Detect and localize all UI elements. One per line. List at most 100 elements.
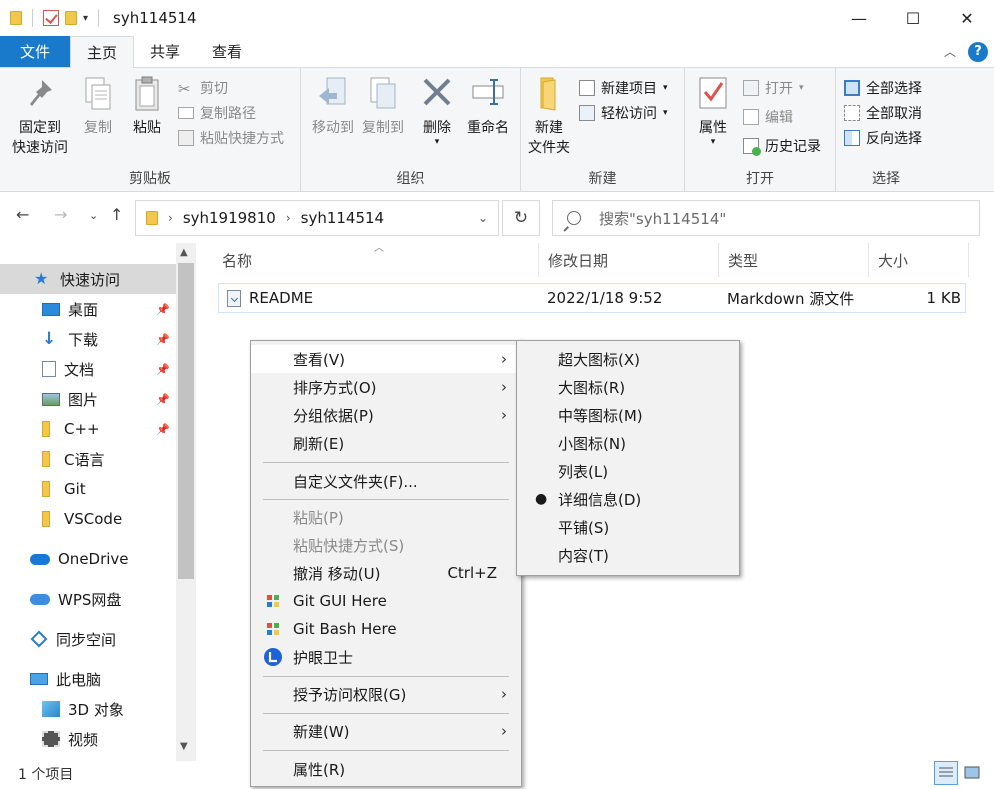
- menu-item-paste-shortcut[interactable]: 粘贴快捷方式(S): [251, 531, 521, 559]
- select-all-button[interactable]: 全部选择: [844, 76, 922, 100]
- sidebar-item-sync-space[interactable]: 同步空间: [0, 624, 176, 654]
- menu-item-sort-by[interactable]: 排序方式(O) ›: [251, 373, 521, 401]
- menu-item-new[interactable]: 新建(W) ›: [251, 717, 521, 745]
- open-button[interactable]: 打开 ▾: [743, 76, 804, 100]
- sidebar-item-cpp[interactable]: C++ 📌: [0, 414, 176, 444]
- copy-path-button[interactable]: 复制路径: [178, 101, 256, 125]
- new-folder-button[interactable]: 新建 文件夹: [525, 74, 573, 158]
- pin-to-quick-access-button[interactable]: 固定到 快速访问: [8, 74, 72, 158]
- chevron-right-icon[interactable]: ›: [286, 211, 291, 225]
- column-divider[interactable]: [868, 243, 869, 277]
- breadcrumb-item[interactable]: syh1919810: [183, 209, 276, 227]
- table-row[interactable]: README 2022/1/18 9:52 Markdown 源文件 1 KB: [218, 283, 966, 313]
- breadcrumb-item[interactable]: syh114514: [301, 209, 384, 227]
- pin-icon[interactable]: 📌: [156, 423, 170, 436]
- recent-locations-chevron-icon[interactable]: ⌄: [89, 209, 98, 222]
- copy-button[interactable]: 复制: [78, 74, 118, 138]
- menu-item-grant-access[interactable]: 授予访问权限(G) ›: [251, 680, 521, 708]
- pin-icon[interactable]: 📌: [156, 303, 170, 316]
- close-button[interactable]: ✕: [940, 0, 994, 36]
- new-folder-quick-icon[interactable]: [65, 11, 77, 25]
- easy-access-button[interactable]: 轻松访问 ▾: [579, 101, 668, 125]
- pin-icon[interactable]: 📌: [156, 363, 170, 376]
- menu-item-git-gui[interactable]: Git GUI Here: [251, 587, 521, 615]
- sidebar-item-documents[interactable]: 文档 📌: [0, 354, 176, 384]
- details-view-button[interactable]: [934, 761, 958, 785]
- refresh-button[interactable]: ↻: [502, 200, 540, 236]
- column-divider[interactable]: [538, 243, 539, 277]
- sidebar-item-videos[interactable]: 视频: [0, 724, 176, 754]
- sidebar-item-c-language[interactable]: C语言: [0, 444, 176, 474]
- properties-quick-icon[interactable]: [43, 10, 59, 26]
- large-icons-view-button[interactable]: [960, 761, 984, 785]
- sidebar-item-vscode[interactable]: VSCode: [0, 504, 176, 534]
- search-input[interactable]: 搜索"syh114514": [552, 200, 980, 236]
- delete-dropdown-icon[interactable]: ▾: [435, 138, 440, 147]
- edit-button[interactable]: 编辑: [743, 105, 793, 129]
- tab-home[interactable]: 主页: [70, 36, 135, 68]
- select-none-button[interactable]: 全部取消: [844, 101, 922, 125]
- column-header-size[interactable]: 大小: [878, 243, 908, 277]
- move-to-button[interactable]: 移动到: [305, 74, 361, 138]
- scroll-up-icon[interactable]: ▲: [180, 247, 188, 258]
- submenu-item-tiles[interactable]: 平铺(S): [517, 513, 739, 541]
- sidebar-item-git[interactable]: Git: [0, 474, 176, 504]
- help-icon[interactable]: ?: [968, 41, 988, 62]
- menu-item-undo-move[interactable]: 撤消 移动(U) Ctrl+Z: [251, 559, 521, 587]
- submenu-item-list[interactable]: 列表(L): [517, 457, 739, 485]
- menu-item-paste[interactable]: 粘贴(P): [251, 503, 521, 531]
- copy-to-button[interactable]: 复制到: [355, 74, 411, 138]
- sidebar-item-3d-objects[interactable]: 3D 对象: [0, 694, 176, 724]
- submenu-item-medium-icons[interactable]: 中等图标(M): [517, 401, 739, 429]
- back-arrow-icon[interactable]: ←: [16, 205, 29, 224]
- tab-file[interactable]: 文件: [0, 36, 70, 67]
- tab-share[interactable]: 共享: [134, 36, 196, 67]
- new-item-button[interactable]: 新建项目 ▾: [579, 76, 668, 100]
- forward-arrow-icon[interactable]: →: [54, 205, 67, 224]
- sidebar-item-this-pc[interactable]: 此电脑: [0, 664, 176, 694]
- sidebar-scrollbar[interactable]: ▲ ▼: [176, 243, 196, 761]
- paste-button[interactable]: 粘贴: [126, 74, 168, 138]
- properties-dropdown-icon[interactable]: ▾: [711, 138, 716, 147]
- tab-view[interactable]: 查看: [196, 36, 258, 67]
- sidebar-item-desktop[interactable]: 桌面 📌: [0, 294, 176, 324]
- submenu-item-extra-large-icons[interactable]: 超大图标(X): [517, 345, 739, 373]
- rename-button[interactable]: 重命名: [463, 74, 513, 138]
- cut-button[interactable]: ✂ 剪切: [178, 76, 228, 100]
- address-dropdown-icon[interactable]: ⌄: [478, 211, 488, 225]
- invert-selection-button[interactable]: 反向选择: [844, 126, 922, 150]
- menu-item-customize-folder[interactable]: 自定义文件夹(F)...: [251, 467, 521, 495]
- properties-button[interactable]: 属性 ▾: [691, 74, 735, 147]
- chevron-right-icon[interactable]: ›: [168, 211, 173, 225]
- column-divider[interactable]: [968, 243, 969, 277]
- menu-item-group-by[interactable]: 分组依据(P) ›: [251, 401, 521, 429]
- submenu-item-small-icons[interactable]: 小图标(N): [517, 429, 739, 457]
- column-divider[interactable]: [718, 243, 719, 277]
- pin-icon[interactable]: 📌: [156, 393, 170, 406]
- minimize-button[interactable]: —: [832, 0, 886, 36]
- collapse-ribbon-icon[interactable]: ︿: [944, 43, 956, 60]
- submenu-item-large-icons[interactable]: 大图标(R): [517, 373, 739, 401]
- submenu-item-details[interactable]: ● 详细信息(D): [517, 485, 739, 513]
- pin-icon[interactable]: 📌: [156, 333, 170, 346]
- up-arrow-icon[interactable]: ↑: [110, 205, 123, 224]
- address-bar[interactable]: › syh1919810 › syh114514 ⌄: [135, 200, 499, 236]
- column-header-name[interactable]: 名称: [222, 243, 252, 277]
- paste-shortcut-button[interactable]: 粘贴快捷方式: [178, 126, 284, 150]
- delete-button[interactable]: 删除 ▾: [417, 74, 457, 147]
- sidebar-item-onedrive[interactable]: OneDrive: [0, 544, 176, 574]
- menu-item-refresh[interactable]: 刷新(E): [251, 429, 521, 457]
- sidebar-item-pictures[interactable]: 图片 📌: [0, 384, 176, 414]
- sidebar-item-wps-cloud[interactable]: WPS网盘: [0, 584, 176, 614]
- menu-item-properties[interactable]: 属性(R): [251, 755, 521, 783]
- column-header-modified[interactable]: 修改日期: [548, 243, 608, 277]
- menu-item-git-bash[interactable]: Git Bash Here: [251, 615, 521, 643]
- menu-item-eye-guard[interactable]: 护眼卫士: [251, 643, 521, 671]
- sidebar-item-downloads[interactable]: ↓ 下载 📌: [0, 324, 176, 354]
- submenu-item-content[interactable]: 内容(T): [517, 541, 739, 569]
- sidebar-item-quick-access[interactable]: ★ 快速访问: [0, 264, 176, 294]
- history-button[interactable]: 历史记录: [743, 134, 821, 158]
- maximize-button[interactable]: ☐: [886, 0, 940, 36]
- menu-item-view[interactable]: 查看(V) ›: [251, 345, 521, 373]
- scroll-down-icon[interactable]: ▼: [180, 741, 188, 752]
